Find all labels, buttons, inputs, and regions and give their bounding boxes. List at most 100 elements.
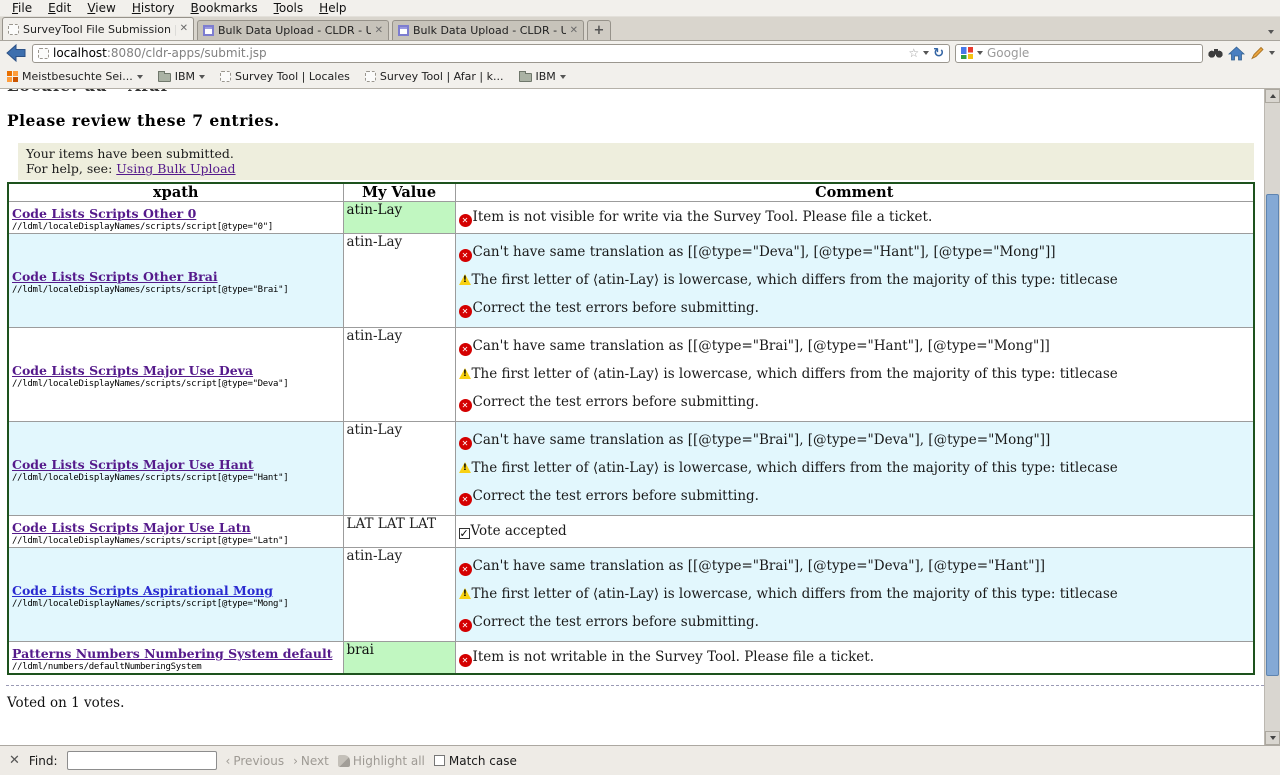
- find-previous-button[interactable]: ‹Previous: [226, 754, 285, 768]
- search-engine-chevron-icon[interactable]: [977, 51, 983, 55]
- url-dropdown-chevron-icon[interactable]: [923, 51, 929, 55]
- comment-line: Item is not writable in the Survey Tool.…: [459, 648, 1251, 667]
- comment-text: Can't have same translation as [[@type="…: [473, 338, 1050, 354]
- tab-close-icon[interactable]: ✕: [570, 26, 578, 36]
- tab-list-chevron-icon[interactable]: [1268, 30, 1274, 34]
- comment-line: The first letter of ⟨atin-Lay⟩ is lowerc…: [459, 271, 1251, 290]
- vertical-scrollbar[interactable]: [1264, 89, 1280, 745]
- find-next-button[interactable]: ›Next: [293, 754, 329, 768]
- bookmark-label: Meistbesuchte Sei...: [22, 70, 133, 83]
- xpath-link[interactable]: Code Lists Scripts Major Use Hant: [12, 457, 254, 472]
- comment-text: Item is not writable in the Survey Tool.…: [473, 649, 874, 665]
- menu-history[interactable]: History: [124, 0, 183, 16]
- comment-line: Can't have same translation as [[@type="…: [459, 243, 1251, 262]
- comment-text: Can't have same translation as [[@type="…: [473, 558, 1045, 574]
- bookmark-item-5[interactable]: IBM: [519, 70, 566, 83]
- search-bar[interactable]: Google: [955, 44, 1203, 63]
- tab-title: Bulk Data Upload - CLDR - Un...: [218, 24, 371, 37]
- scrollbar-thumb[interactable]: [1266, 194, 1279, 676]
- warning-icon: [459, 462, 471, 473]
- xpath-link[interactable]: Code Lists Scripts Major Use Deva: [12, 363, 253, 378]
- browser-viewport: Locale: aa - Afar Please review these 7 …: [0, 89, 1280, 745]
- menu-bookmarks[interactable]: Bookmarks: [183, 0, 266, 16]
- tab-3[interactable]: Bulk Data Upload - CLDR - Un...✕: [392, 20, 584, 40]
- xpath-link[interactable]: Code Lists Scripts Other 0: [12, 206, 196, 221]
- error-icon: [459, 399, 472, 412]
- xpath-cell: Code Lists Scripts Major Use Hant//ldml/…: [8, 422, 343, 516]
- tab-close-icon[interactable]: ✕: [180, 24, 188, 34]
- my-value-cell: atin-Lay: [343, 422, 455, 516]
- xpath-link[interactable]: Patterns Numbers Numbering System defaul…: [12, 646, 333, 661]
- table-row: Code Lists Scripts Other Brai//ldml/loca…: [8, 234, 1254, 328]
- url-bar[interactable]: localhost:8080/cldr-apps/submit.jsp ☆ ↻: [32, 44, 950, 63]
- back-button[interactable]: [5, 43, 27, 63]
- comment-line: Can't have same translation as [[@type="…: [459, 337, 1251, 356]
- xpath-link[interactable]: Code Lists Scripts Aspirational Mong: [12, 583, 273, 598]
- chevron-down-icon: [560, 75, 566, 79]
- match-case-toggle[interactable]: Match case: [434, 754, 517, 768]
- vote-summary: Voted on 1 votes.: [7, 695, 1264, 711]
- comment-text: The first letter of ⟨atin-Lay⟩ is lowerc…: [472, 366, 1118, 382]
- find-close-icon[interactable]: ✕: [9, 753, 20, 768]
- xpath-link[interactable]: Code Lists Scripts Other Brai: [12, 269, 218, 284]
- tab-close-icon[interactable]: ✕: [375, 26, 383, 36]
- bookmark-item-1[interactable]: Meistbesuchte Sei...: [7, 70, 143, 83]
- comment-line: Can't have same translation as [[@type="…: [459, 431, 1251, 450]
- comment-line: Correct the test errors before submittin…: [459, 487, 1251, 506]
- warning-icon: [459, 368, 471, 379]
- match-case-checkbox[interactable]: [434, 755, 445, 766]
- table-row: Patterns Numbers Numbering System defaul…: [8, 642, 1254, 675]
- highlight-all-button[interactable]: Highlight all: [338, 754, 425, 768]
- arrow-up-icon: [1270, 94, 1276, 98]
- my-value-cell: LAT LAT LAT: [343, 516, 455, 548]
- menu-file[interactable]: File: [4, 0, 40, 16]
- home-icon[interactable]: [1228, 46, 1245, 61]
- binoculars-icon[interactable]: [1208, 48, 1223, 59]
- bookmark-item-3[interactable]: Survey Tool | Locales: [220, 70, 350, 83]
- comment-cell: Can't have same translation as [[@type="…: [455, 548, 1254, 642]
- comment-line: Can't have same translation as [[@type="…: [459, 557, 1251, 576]
- xpath-value: //ldml/localeDisplayNames/scripts/script…: [12, 599, 340, 609]
- toolbar-overflow-chevron-icon[interactable]: [1269, 51, 1275, 55]
- bookmark-item-4[interactable]: Survey Tool | Afar | k...: [365, 70, 504, 83]
- find-bar: ✕ Find: ‹Previous ›Next Highlight all Ma…: [0, 745, 1280, 775]
- highlighter-icon: [338, 755, 350, 767]
- tab-bar: SurveyTool File Submission | ...✕ Bulk Da…: [0, 17, 1280, 41]
- column-header-comment: Comment: [455, 183, 1254, 202]
- comment-line: The first letter of ⟨atin-Lay⟩ is lowerc…: [459, 585, 1251, 604]
- comment-text: The first letter of ⟨atin-Lay⟩ is lowerc…: [472, 460, 1118, 476]
- xpath-cell: Patterns Numbers Numbering System defaul…: [8, 642, 343, 675]
- pen-icon[interactable]: [1250, 46, 1264, 60]
- table-row: Code Lists Scripts Major Use Hant//ldml/…: [8, 422, 1254, 516]
- comment-text: The first letter of ⟨atin-Lay⟩ is lowerc…: [472, 272, 1118, 288]
- menu-help[interactable]: Help: [311, 0, 354, 16]
- my-value-cell: atin-Lay: [343, 548, 455, 642]
- bookmark-item-2[interactable]: IBM: [158, 70, 205, 83]
- xpath-cell: Code Lists Scripts Aspirational Mong//ld…: [8, 548, 343, 642]
- scroll-up-button[interactable]: [1265, 89, 1280, 103]
- google-logo-icon: [961, 47, 973, 59]
- find-input[interactable]: [67, 751, 217, 770]
- bookmark-star-icon[interactable]: ☆: [908, 47, 919, 59]
- dotted-divider: [6, 685, 1264, 686]
- page: Locale: aa - Afar Please review these 7 …: [0, 89, 1264, 745]
- comment-text: The first letter of ⟨atin-Lay⟩ is lowerc…: [472, 586, 1118, 602]
- using-bulk-upload-link[interactable]: Using Bulk Upload: [116, 161, 235, 176]
- comment-line: The first letter of ⟨atin-Lay⟩ is lowerc…: [459, 459, 1251, 478]
- menu-edit[interactable]: Edit: [40, 0, 79, 16]
- xpath-link[interactable]: Code Lists Scripts Major Use Latn: [12, 520, 251, 535]
- tab-2[interactable]: Bulk Data Upload - CLDR - Un... ✕: [197, 20, 389, 40]
- menu-view[interactable]: View: [79, 0, 123, 16]
- table-row: Code Lists Scripts Major Use Latn//ldml/…: [8, 516, 1254, 548]
- menu-tools[interactable]: Tools: [266, 0, 312, 16]
- tab-1[interactable]: SurveyTool File Submission | ...✕: [2, 17, 194, 40]
- error-icon: [459, 305, 472, 318]
- error-icon: [459, 249, 472, 262]
- scroll-down-button[interactable]: [1265, 731, 1280, 745]
- comment-text: Correct the test errors before submittin…: [473, 614, 759, 630]
- new-tab-button[interactable]: +: [587, 20, 611, 40]
- menu-bar: FileEditViewHistoryBookmarksToolsHelp: [0, 0, 1280, 17]
- reload-icon[interactable]: ↻: [933, 47, 944, 60]
- comment-cell: Vote accepted: [455, 516, 1254, 548]
- xpath-value: //ldml/localeDisplayNames/scripts/script…: [12, 285, 340, 295]
